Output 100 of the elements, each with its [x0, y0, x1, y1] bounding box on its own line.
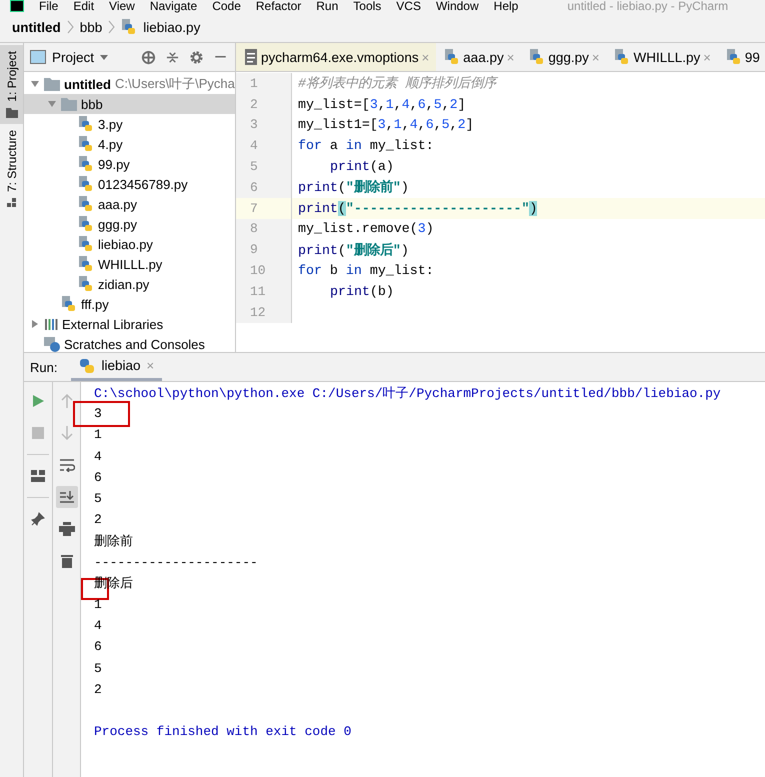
- folder-icon: [44, 77, 60, 91]
- structure-icon: [6, 198, 16, 208]
- menu-item[interactable]: Run: [316, 0, 338, 12]
- tree-item[interactable]: External Libraries: [24, 314, 235, 334]
- chevron-icon: [66, 20, 74, 34]
- code-line: for a in my_list:: [297, 138, 434, 154]
- python-file-icon: [121, 19, 138, 35]
- console-line: 6: [94, 639, 102, 654]
- caret-icon: [100, 54, 108, 60]
- tree-item[interactable]: WHILLL.py: [24, 254, 235, 274]
- line-number: 9: [236, 239, 292, 260]
- console-line: 删除前: [94, 532, 133, 550]
- tree-item[interactable]: Scratches and Consoles: [24, 334, 235, 352]
- editor-tab[interactable]: WHILLL.py ×: [606, 43, 718, 71]
- console-line: 5: [94, 491, 102, 506]
- chevron-icon: [108, 20, 116, 34]
- menu-item[interactable]: VCS: [396, 0, 421, 12]
- editor-tab[interactable]: pycharm64.exe.vmoptions ×: [236, 43, 436, 71]
- code-line: print(b): [329, 284, 394, 299]
- python-file-icon: [78, 216, 94, 232]
- line-number: 12: [236, 302, 292, 323]
- console-line: ---------------------: [94, 554, 258, 570]
- console-line: 5: [94, 660, 102, 676]
- tree-item[interactable]: zidian.py: [24, 274, 235, 294]
- menu-item[interactable]: Tools: [353, 0, 382, 12]
- collapse-arrow-icon[interactable]: [30, 319, 40, 329]
- folder-path: C:\Users\叶子\Pycha: [114, 75, 235, 93]
- menu-item[interactable]: Help: [494, 0, 518, 12]
- menu-item[interactable]: View: [109, 0, 135, 12]
- editor-tab[interactable]: aaa.py ×: [436, 43, 522, 71]
- menu-item[interactable]: Edit: [73, 0, 94, 12]
- python-file-icon: [444, 49, 460, 65]
- console-line: 1: [94, 596, 102, 612]
- tree-item[interactable]: 4.py: [24, 134, 235, 154]
- console-icon: [44, 336, 60, 352]
- code-line: print(a): [329, 159, 394, 174]
- locate-icon[interactable]: [141, 50, 156, 64]
- tree-item[interactable]: ggg.py: [24, 214, 235, 234]
- code-line: print("删除前"): [297, 178, 409, 196]
- console-line: 3: [94, 406, 102, 422]
- tree-item[interactable]: 99.py: [24, 154, 235, 174]
- code-line: print("---------------------"): [297, 200, 538, 216]
- tree-item[interactable]: 3.py: [24, 114, 235, 134]
- python-file-icon: [78, 196, 94, 212]
- tree-item[interactable]: fff.py: [24, 294, 235, 314]
- line-number: 8: [236, 218, 292, 240]
- breadcrumb[interactable]: liebiao.py: [143, 20, 200, 34]
- run-tab[interactable]: liebiao ×: [71, 353, 162, 381]
- window-icon: [30, 50, 46, 64]
- tool-window-tab[interactable]: 7: Structure: [0, 124, 23, 214]
- tree-item[interactable]: bbb: [24, 94, 235, 114]
- app-logo-icon: [10, 0, 24, 12]
- tree-item[interactable]: aaa.py: [24, 194, 235, 214]
- project-view-dropdown[interactable]: Project: [30, 50, 108, 64]
- collapse-all-icon[interactable]: [166, 50, 179, 64]
- tree-item[interactable]: liebiao.py: [24, 234, 235, 254]
- expand-arrow-icon[interactable]: [47, 99, 57, 109]
- menu-item[interactable]: File: [39, 0, 58, 12]
- console-line: 6: [94, 470, 102, 485]
- console-line: 4: [94, 448, 102, 464]
- menu-item[interactable]: Code: [212, 0, 241, 12]
- run-label: Run:: [30, 360, 58, 374]
- python-file-icon: [726, 49, 742, 65]
- python-file-icon: [78, 156, 94, 172]
- menu-item[interactable]: Navigate: [150, 0, 198, 12]
- text-file-icon: [244, 49, 258, 65]
- python-file-icon: [78, 256, 94, 272]
- tree-item[interactable]: 0123456789.py: [24, 174, 235, 194]
- folder-icon: [61, 97, 77, 111]
- line-number: 11: [236, 280, 292, 302]
- expand-arrow-icon[interactable]: [30, 79, 40, 89]
- python-file-icon: [78, 236, 94, 252]
- line-number: 3: [236, 114, 292, 136]
- scroll-to-end-icon[interactable]: [56, 486, 78, 508]
- tree-item[interactable]: untitled C:\Users\叶子\Pycha: [24, 74, 235, 94]
- python-file-icon: [78, 136, 94, 152]
- code-line: my_list1=[3,1,4,6,5,2]: [297, 117, 474, 132]
- menu-item[interactable]: Window: [436, 0, 479, 12]
- line-number: 5: [236, 156, 292, 177]
- code-line: my_list=[3,1,4,6,5,2]: [297, 96, 466, 112]
- window-title: untitled - liebiao.py - PyCharm: [567, 0, 728, 12]
- python-file-icon: [78, 176, 94, 192]
- console-line: 1: [94, 427, 102, 442]
- library-icon: [44, 317, 58, 331]
- tool-window-tab[interactable]: 1: Project: [0, 45, 23, 124]
- python-file-icon: [78, 116, 94, 132]
- editor-tab[interactable]: 99: [718, 43, 765, 71]
- editor-tab[interactable]: ggg.py ×: [521, 43, 606, 71]
- menu-item[interactable]: Refactor: [256, 0, 302, 12]
- console-line: 2: [94, 682, 102, 697]
- hide-icon[interactable]: [214, 56, 227, 58]
- python-file-icon: [529, 49, 546, 65]
- console-line: 4: [94, 618, 102, 634]
- python-file-icon: [61, 296, 77, 312]
- line-number: 6: [236, 176, 292, 198]
- python-file-icon: [78, 276, 94, 292]
- breadcrumb[interactable]: untitled: [12, 20, 61, 34]
- line-number: 1: [236, 73, 292, 94]
- settings-icon[interactable]: [189, 50, 204, 64]
- breadcrumb[interactable]: bbb: [80, 20, 102, 34]
